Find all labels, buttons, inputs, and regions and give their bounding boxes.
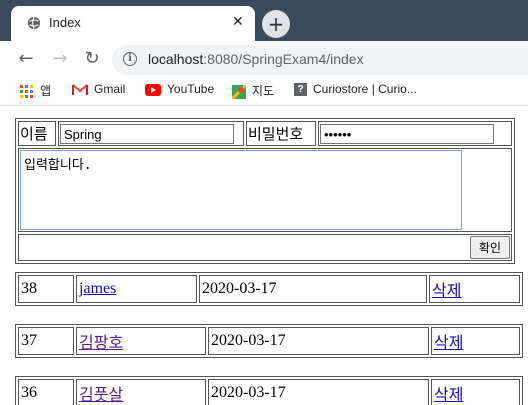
password-label: 비밀번호 [246, 121, 316, 146]
entry-row: 36 김풋살 2020-03-17 삭제 [15, 376, 523, 405]
submit-button[interactable]: 확인 [469, 236, 510, 259]
guestbook-form: 이름 Spring 비밀번호 •••••• 입력합니다. 확인 [15, 118, 515, 264]
youtube-icon [145, 83, 161, 96]
name-input[interactable]: Spring [60, 123, 234, 144]
address-bar[interactable]: i localhost:8080/SpringExam4/index [112, 45, 528, 75]
entry-name-link[interactable]: james [79, 280, 116, 297]
apps-grid-icon [20, 84, 33, 98]
reload-icon[interactable]: ↻ [80, 47, 104, 71]
new-tab-button[interactable]: + [262, 10, 290, 38]
close-tab-icon[interactable]: ✕ [232, 14, 244, 30]
browser-tab[interactable]: Index ✕ [11, 6, 255, 41]
page-content: 이름 Spring 비밀번호 •••••• 입력합니다. 확인 38 james… [0, 106, 528, 405]
bookmark-youtube[interactable]: YouTube [145, 82, 214, 96]
browser-toolbar: ← → ↻ i localhost:8080/SpringExam4/index [0, 41, 528, 77]
entry-id: 36 [18, 379, 74, 405]
entry-id: 37 [18, 327, 74, 355]
entry-name-link[interactable]: 김풋살 [79, 387, 123, 404]
forward-icon[interactable]: → [48, 47, 72, 71]
bookmarks-bar: 앱 Gmail YouTube 지도 ? Curiostore | Curio..… [0, 77, 528, 106]
bookmark-curiostore[interactable]: ? Curiostore | Curio... [294, 82, 417, 97]
entry-row: 38 james 2020-03-17 삭제 [15, 272, 523, 306]
url-text: localhost:8080/SpringExam4/index [148, 51, 364, 67]
entry-id: 38 [18, 275, 74, 303]
entry-date: 2020-03-17 [199, 275, 427, 303]
bookmark-gmail[interactable]: Gmail [72, 82, 125, 96]
unknown-page-icon: ? [294, 83, 307, 97]
entry-row: 37 김팡호 2020-03-17 삭제 [15, 324, 523, 358]
back-icon[interactable]: ← [14, 47, 38, 71]
delete-link[interactable]: 삭제 [432, 283, 461, 300]
globe-icon [27, 16, 41, 30]
bookmark-maps[interactable]: 지도 [232, 82, 274, 99]
delete-link[interactable]: 삭제 [434, 387, 463, 404]
gmail-icon [72, 84, 88, 95]
bookmark-apps[interactable]: 앱 [20, 82, 51, 99]
name-label: 이름 [18, 121, 56, 146]
browser-tab-strip: Index ✕ + [0, 0, 528, 41]
content-textarea[interactable]: 입력합니다. [20, 150, 462, 230]
password-input[interactable]: •••••• [320, 123, 494, 144]
entry-date: 2020-03-17 [208, 327, 429, 355]
delete-link[interactable]: 삭제 [434, 335, 463, 352]
tab-title: Index [49, 15, 81, 30]
maps-icon [232, 84, 246, 99]
entry-date: 2020-03-17 [208, 379, 429, 405]
entry-name-link[interactable]: 김팡호 [79, 335, 123, 352]
site-info-icon[interactable]: i [123, 52, 137, 66]
